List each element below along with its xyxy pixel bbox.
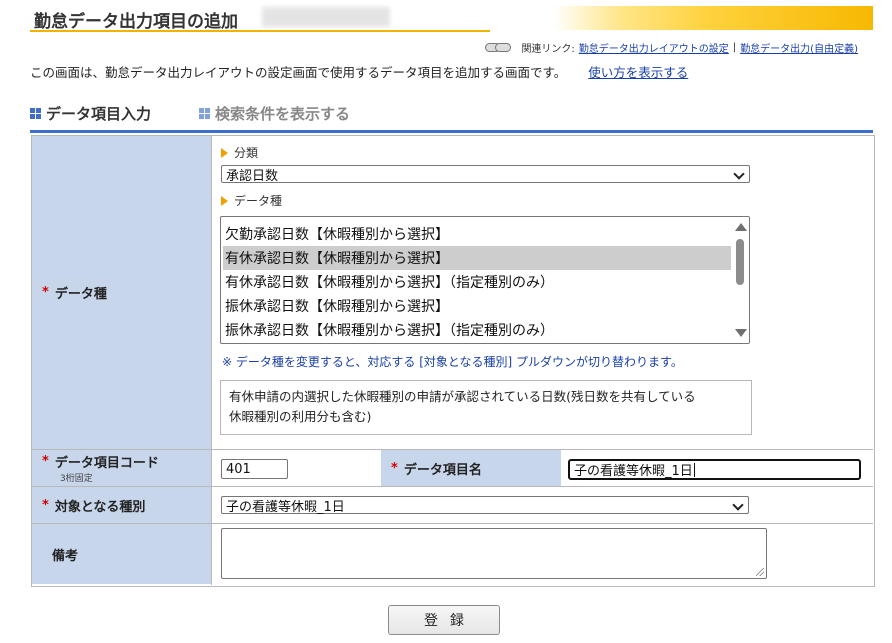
remarks-textarea[interactable] [221, 528, 767, 579]
listbox-scrollbar[interactable] [731, 217, 749, 343]
type-heading-text: データ種 [234, 194, 283, 208]
category-heading-text: 分類 [234, 146, 259, 160]
item-name-input[interactable]: 子の看護等休暇_1日 [568, 459, 861, 480]
related-links-separator: | [732, 42, 737, 53]
list-item[interactable]: 欠勤承認日数【休暇種別から選択】 [223, 222, 733, 246]
label-item-name: * データ項目名 [381, 450, 561, 486]
description-line: 有休申請の内選択した休暇種別の申請が承認されている日数(残日数を共有している [229, 389, 696, 404]
required-mark: * [42, 454, 49, 469]
link-icon [485, 43, 512, 52]
item-code-value: 401 [226, 461, 251, 477]
data-type-note: ※ データ種を変更すると、対応する [対象となる種別] プルダウンが切り替わりま… [222, 355, 683, 369]
register-button[interactable]: 登録 [388, 605, 500, 635]
scroll-down-icon[interactable] [735, 329, 747, 337]
label-text: データ種 [54, 287, 107, 302]
column-divider [211, 136, 212, 585]
label-item-code: * データ項目コード 3桁固定 [32, 450, 211, 486]
related-links-label: 関連リンク: [521, 44, 575, 55]
description-text: この画面は、勤怠データ出力レイアウトの設定画面で使用するデータ項目を追加する画面… [30, 65, 567, 80]
label-text: 備考 [52, 548, 79, 564]
grid-icon [199, 108, 211, 119]
chevron-down-icon [733, 168, 745, 180]
scroll-thumb[interactable] [736, 239, 744, 285]
label-data-type: * データ種 [32, 136, 211, 449]
grid-icon [30, 108, 41, 119]
resize-grip-icon[interactable] [756, 568, 764, 576]
type-heading: データ種 [221, 192, 282, 209]
required-mark: * [391, 460, 398, 476]
related-links: 関連リンク: 勤怠データ出力レイアウトの設定 | 勤怠データ出力(自由定義) [485, 40, 858, 55]
tab-data-item-input[interactable]: データ項目入力 [30, 103, 151, 124]
category-select-value: 承認日数 [226, 168, 279, 184]
list-item[interactable]: 有休承認日数【休暇種別から選択】（指定種別のみ） [223, 270, 733, 294]
label-text: データ項目コード [54, 456, 159, 471]
data-type-description: 有休申請の内選択した休暇種別の申請が承認されている日数(残日数を共有している 休… [220, 380, 752, 435]
tab-label: 検索条件を表示する [215, 105, 351, 123]
scroll-up-icon[interactable] [735, 223, 747, 231]
row-divider [32, 449, 873, 450]
target-type-select-value: 子の看護等休暇_1日 [226, 499, 345, 515]
label-remarks: 備考 [32, 524, 211, 584]
blurred-company-name [262, 7, 390, 27]
category-select[interactable]: 承認日数 [221, 165, 750, 184]
label-sublabel: 3桁固定 [60, 474, 93, 484]
section-divider [30, 130, 873, 133]
tab-show-search-conditions[interactable]: 検索条件を表示する [199, 103, 350, 124]
tab-label: データ項目入力 [46, 105, 152, 123]
list-item[interactable]: 振休承認日数【休暇種別から選択】 [223, 294, 733, 318]
chevron-down-icon [732, 499, 744, 511]
row-divider [32, 486, 873, 487]
required-mark: * [42, 285, 49, 300]
triangle-icon [221, 147, 228, 158]
label-target-type: * 対象となる種別 [32, 487, 211, 523]
category-heading: 分類 [221, 144, 258, 161]
text-caret [693, 462, 695, 477]
target-type-select[interactable]: 子の看護等休暇_1日 [221, 496, 749, 515]
list-item[interactable]: 振休承認日数【休暇種別から選択】（指定種別のみ） [223, 318, 733, 342]
triangle-icon [221, 195, 228, 206]
related-link-free-definition[interactable]: 勤怠データ出力(自由定義) [740, 40, 858, 55]
help-link[interactable]: 使い方を表示する [588, 65, 688, 80]
label-text: 対象となる種別 [54, 499, 146, 515]
item-name-value: 子の看護等休暇_1日 [574, 464, 693, 479]
data-type-listbox[interactable]: 欠勤承認日数【休暇種別から選択】 有休承認日数【休暇種別から選択】 有休承認日数… [220, 216, 750, 344]
required-mark: * [42, 497, 49, 513]
tab-bar: データ項目入力 検索条件を表示する [30, 103, 350, 124]
description-line: 休暇種別の利用分も含む) [229, 409, 372, 424]
list-item-selected[interactable]: 有休承認日数【休暇種別から選択】 [223, 246, 733, 270]
related-link-layout-settings[interactable]: 勤怠データ出力レイアウトの設定 [579, 40, 729, 55]
page-description: この画面は、勤怠データ出力レイアウトの設定画面で使用するデータ項目を追加する画面… [30, 62, 688, 81]
row-divider [32, 523, 873, 524]
page-title: 勤怠データ出力項目の追加 [34, 12, 238, 32]
item-code-input[interactable]: 401 [221, 459, 288, 479]
label-text: データ項目名 [403, 462, 482, 478]
